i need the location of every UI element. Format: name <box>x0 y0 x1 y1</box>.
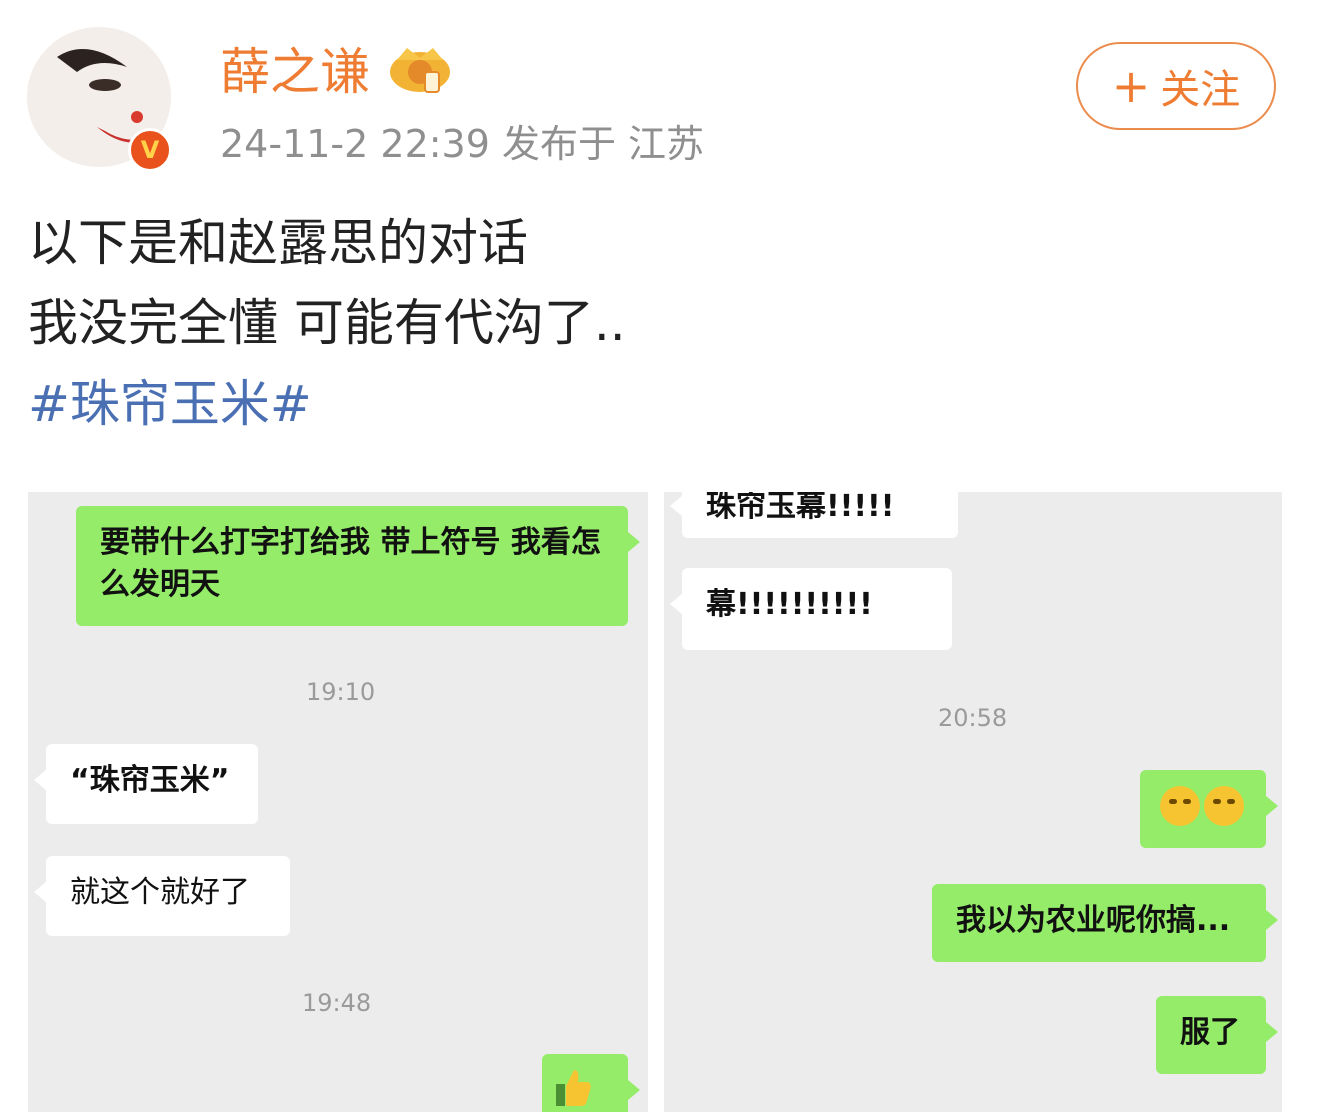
smiley-icon <box>1204 785 1244 826</box>
post-meta: 24-11-2 22:39 发布于 江苏 <box>220 122 705 166</box>
author-name[interactable]: 薛之谦 <box>220 40 370 104</box>
plus-icon: + <box>1111 59 1151 113</box>
chat-timestamp: 19:48 <box>302 989 372 1017</box>
hashtag-link[interactable]: #珠帘玉米# <box>28 372 312 436</box>
chat-message-sent: 服了 <box>1156 996 1278 1074</box>
chat-message-received: 就这个就好了 <box>34 856 290 936</box>
thumbs-up-icon <box>556 1070 591 1106</box>
chat-message-sent: 要带什么打字打给我 带上符号 我看怎么发明天 <box>76 506 640 626</box>
follow-label: 关注 <box>1160 67 1241 113</box>
post-text-line: 以下是和赵露思的对话 <box>28 214 528 272</box>
chat-screenshot-right[interactable]: 珠帘玉幕!!!!! 幕!!!!!!!!!! 20:58 我以为农业呢你搞... … <box>664 492 1282 1112</box>
chat-message-sent: 我以为农业呢你搞... <box>932 884 1278 962</box>
chat-message-received: 珠帘玉幕!!!!! <box>670 492 958 538</box>
smiley-icon <box>1160 785 1200 826</box>
chat-message-received: “珠帘玉米” <box>34 744 258 824</box>
verified-badge-icon: V <box>128 128 172 172</box>
chat-message-sent <box>542 1054 640 1112</box>
chat-timestamp: 20:58 <box>938 704 1008 732</box>
chat-screenshot-left[interactable]: 要带什么打字打给我 带上符号 我看怎么发明天 19:10 “珠帘玉米” 就这个就… <box>28 492 648 1112</box>
chat-timestamp: 19:10 <box>306 678 376 706</box>
post-text-line: 我没完全懂 可能有代沟了.. <box>28 294 626 352</box>
chat-message-sent <box>1140 770 1278 848</box>
crown-icon <box>390 48 450 93</box>
chat-message-received: 幕!!!!!!!!!! <box>670 568 952 650</box>
follow-button[interactable]: + 关注 <box>1076 42 1276 130</box>
